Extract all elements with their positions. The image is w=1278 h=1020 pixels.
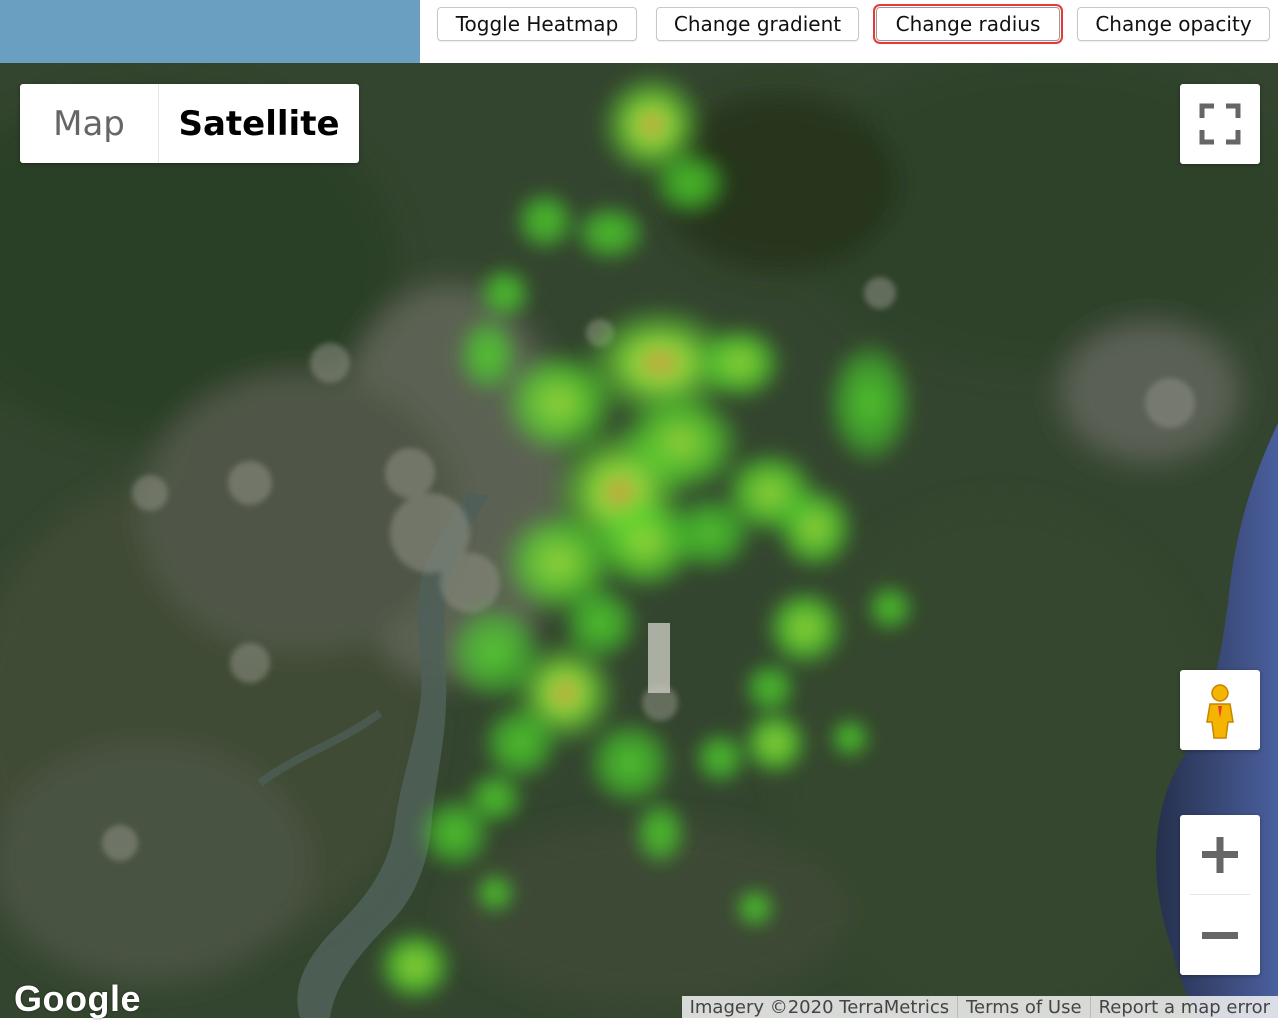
satellite-map[interactable] [0, 63, 1278, 1018]
plus-icon [1202, 837, 1238, 873]
map-type-map-option[interactable]: Map [20, 84, 159, 163]
google-logo: Google [14, 978, 141, 1019]
map-attribution: Imagery ©2020 TerraMetrics Terms of Use … [681, 996, 1278, 1018]
report-map-error-link[interactable]: Report a map error [1089, 996, 1278, 1018]
zoom-control [1180, 815, 1260, 975]
street-view-pegman-button[interactable] [1180, 670, 1260, 750]
pegman-icon [1206, 684, 1234, 739]
fullscreen-button[interactable] [1180, 84, 1260, 164]
change-gradient-button[interactable]: Change gradient [656, 7, 859, 41]
zoom-out-button[interactable] [1180, 895, 1260, 975]
change-radius-button[interactable]: Change radius [873, 4, 1063, 44]
fullscreen-icon [1199, 103, 1241, 145]
map-imagery [0, 63, 1278, 1018]
map-type-control: Map Satellite [20, 84, 359, 163]
terms-of-use-link[interactable]: Terms of Use [957, 996, 1089, 1018]
zoom-in-button[interactable] [1180, 815, 1260, 895]
zoom-divider [1190, 894, 1250, 895]
imagery-attribution: Imagery ©2020 TerraMetrics [689, 997, 950, 1018]
map-type-satellite-option[interactable]: Satellite [159, 84, 359, 163]
minus-icon [1202, 932, 1238, 939]
toggle-heatmap-button[interactable]: Toggle Heatmap [437, 7, 637, 41]
top-left-panel [0, 0, 420, 63]
change-opacity-button[interactable]: Change opacity [1077, 7, 1270, 41]
